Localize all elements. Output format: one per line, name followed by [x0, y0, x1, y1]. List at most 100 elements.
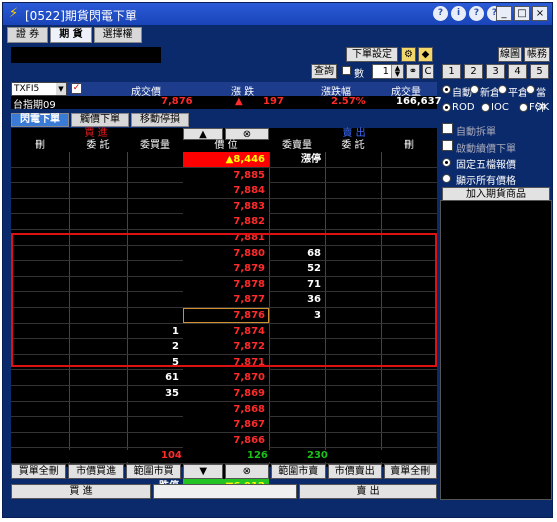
- minimize-button[interactable]: _: [496, 6, 512, 21]
- ask-qty-cell[interactable]: 3: [269, 308, 325, 323]
- table-row[interactable]: 7,880 68: [11, 245, 437, 262]
- table-row[interactable]: 7,885: [11, 167, 437, 184]
- ask-qty-cell[interactable]: [269, 386, 325, 401]
- ask-qty-cell[interactable]: 71: [269, 277, 325, 292]
- help-icon[interactable]: ?: [433, 6, 448, 21]
- tab-touch-order[interactable]: 觸價下單: [71, 113, 129, 127]
- table-row[interactable]: 7,882: [11, 214, 437, 230]
- sell-button[interactable]: 賣 出: [299, 484, 437, 499]
- preset-button-4[interactable]: 4: [508, 64, 527, 79]
- cancel-all-buy-button[interactable]: 買單全刪: [11, 464, 67, 479]
- table-row[interactable]: 7,866: [11, 432, 437, 449]
- ask-qty-cell[interactable]: [269, 230, 325, 245]
- order-settings-button[interactable]: 下單設定: [346, 47, 398, 62]
- maximize-button[interactable]: □: [514, 6, 530, 21]
- radio-new[interactable]: [470, 85, 479, 94]
- table-row[interactable]: 7,868: [11, 401, 437, 418]
- preset-button-2[interactable]: 2: [464, 64, 483, 79]
- price-cell[interactable]: 7,871: [183, 354, 269, 370]
- buy-button[interactable]: 買 進: [11, 484, 151, 499]
- ask-qty-cell[interactable]: 36: [269, 292, 325, 307]
- table-row[interactable]: 61 7,870: [11, 370, 437, 386]
- ask-qty-cell[interactable]: [269, 417, 325, 432]
- table-row[interactable]: 35 7,869: [11, 385, 437, 402]
- tab-futures[interactable]: 期 貨: [50, 27, 92, 43]
- price-cell[interactable]: 7,885: [183, 167, 269, 183]
- lock-icon[interactable]: ⚙: [401, 47, 416, 62]
- preset-button-1[interactable]: 1: [442, 64, 461, 79]
- table-row[interactable]: 7,878 71: [11, 276, 437, 293]
- center-button[interactable]: ⊗: [224, 464, 269, 479]
- range-market-buy-button[interactable]: 範圍市買: [125, 464, 182, 479]
- symbol-select[interactable]: TXFI5 ▼: [11, 82, 67, 96]
- bid-qty-cell[interactable]: [127, 214, 183, 229]
- auto-split-checkbox[interactable]: [442, 123, 453, 134]
- ask-qty-cell[interactable]: [269, 402, 325, 417]
- tab-stocks[interactable]: 證 券: [7, 27, 49, 43]
- price-cell[interactable]: 7,874: [183, 323, 269, 339]
- settings-icon[interactable]: ?: [469, 6, 484, 21]
- price-cell[interactable]: 7,877: [183, 292, 269, 308]
- bid-qty-cell[interactable]: [127, 308, 183, 323]
- preset-button-5[interactable]: 5: [530, 64, 549, 79]
- bid-qty-cell[interactable]: [127, 168, 183, 183]
- table-row[interactable]: 7,867: [11, 417, 437, 433]
- price-cell[interactable]: ▲8,446: [183, 152, 269, 167]
- price-cell[interactable]: 7,876: [183, 307, 269, 323]
- price-cell[interactable]: 7,880: [183, 245, 269, 261]
- market-sell-button[interactable]: 市價賣出: [328, 464, 382, 479]
- ask-qty-cell[interactable]: 52: [269, 261, 325, 276]
- link-icon[interactable]: ⚭: [406, 64, 420, 79]
- price-cell[interactable]: 7,869: [183, 385, 269, 401]
- price-cell[interactable]: 7,878: [183, 276, 269, 292]
- table-row[interactable]: ▲8,446 漲停: [11, 152, 437, 168]
- ask-qty-cell[interactable]: [269, 324, 325, 339]
- cancel-all-sell-button[interactable]: 賣單全刪: [383, 464, 437, 479]
- scroll-up-button[interactable]: ▲: [183, 128, 223, 140]
- ask-qty-cell[interactable]: [269, 199, 325, 214]
- table-row[interactable]: 2 7,872: [11, 339, 437, 355]
- table-row[interactable]: 7,881: [11, 229, 437, 246]
- ask-qty-cell[interactable]: [269, 339, 325, 354]
- qty-checkbox[interactable]: [342, 66, 351, 75]
- bid-qty-cell[interactable]: 2: [127, 339, 183, 354]
- table-row[interactable]: 1 7,874: [11, 323, 437, 340]
- tab-trailing-stop[interactable]: 移動停損: [131, 113, 189, 127]
- table-row[interactable]: 7,883: [11, 198, 437, 215]
- futures-watchlist[interactable]: [440, 200, 552, 500]
- bid-qty-cell[interactable]: [127, 277, 183, 292]
- table-row[interactable]: 7,877 36: [11, 292, 437, 308]
- price-cell[interactable]: 7,879: [183, 261, 269, 277]
- bid-qty-cell[interactable]: [127, 417, 183, 432]
- scroll-down-button[interactable]: ▼: [183, 464, 223, 479]
- price-cell[interactable]: 7,881: [183, 229, 269, 245]
- market-buy-button[interactable]: 市價買進: [68, 464, 124, 479]
- ask-qty-cell[interactable]: 漲停: [269, 152, 325, 167]
- radio-fixed-five[interactable]: [442, 158, 451, 167]
- arrows-icon[interactable]: ◆: [418, 47, 433, 62]
- price-cell[interactable]: 7,868: [183, 401, 269, 417]
- radio-show-all[interactable]: [442, 174, 451, 183]
- center-top-button[interactable]: ⊗: [225, 128, 269, 140]
- radio-rod[interactable]: [442, 103, 451, 112]
- bid-qty-cell[interactable]: [127, 261, 183, 276]
- radio-fok[interactable]: [519, 103, 528, 112]
- price-cell[interactable]: 7,866: [183, 432, 269, 448]
- bid-qty-cell[interactable]: [127, 152, 183, 167]
- price-cell[interactable]: 7,882: [183, 214, 269, 230]
- tab-options[interactable]: 選擇權: [93, 27, 142, 43]
- bid-qty-cell[interactable]: [127, 433, 183, 448]
- bid-qty-cell[interactable]: 61: [127, 370, 183, 385]
- tab-flash-order[interactable]: 閃電下單: [11, 113, 69, 127]
- radio-ioc[interactable]: [481, 103, 490, 112]
- radio-daytrade[interactable]: [526, 85, 535, 94]
- account-button[interactable]: 帳務: [524, 47, 550, 62]
- table-row[interactable]: 7,879 52: [11, 261, 437, 277]
- info-icon[interactable]: i: [451, 6, 466, 21]
- ask-qty-cell[interactable]: 68: [269, 246, 325, 261]
- ask-qty-cell[interactable]: [269, 168, 325, 183]
- price-cell[interactable]: 7,872: [183, 339, 269, 355]
- bid-qty-cell[interactable]: 5: [127, 355, 183, 370]
- bid-qty-cell[interactable]: [127, 183, 183, 198]
- bid-qty-cell[interactable]: [127, 246, 183, 261]
